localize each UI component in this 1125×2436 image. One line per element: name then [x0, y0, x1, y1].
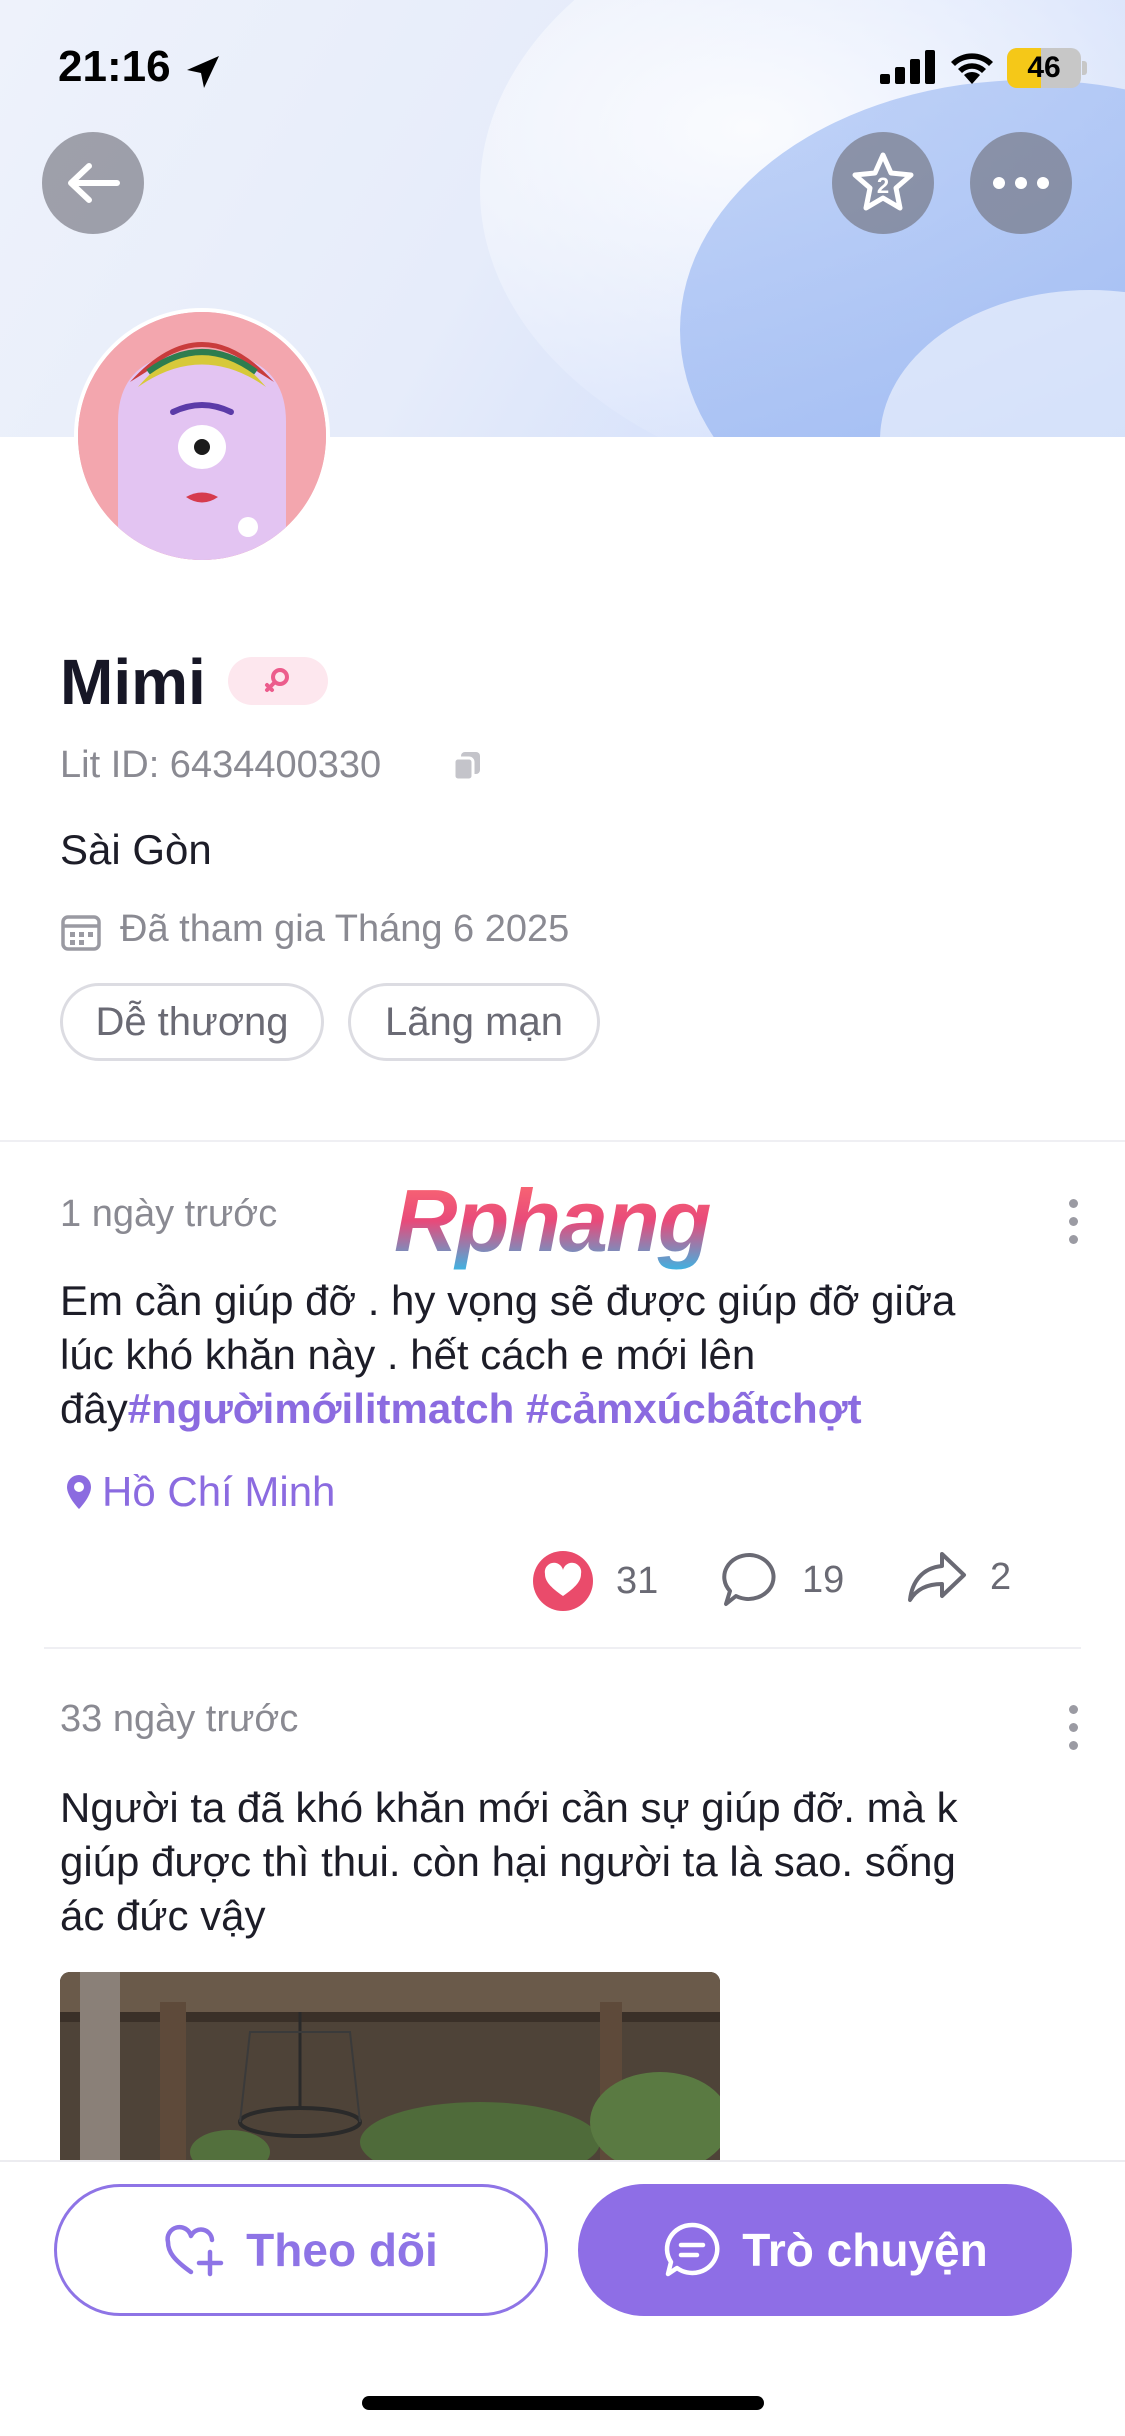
post-text: Người ta đã khó khăn mới cần sự giúp đỡ.… — [60, 1781, 1060, 1943]
follow-button[interactable]: Theo dõi — [54, 2184, 548, 2316]
lit-id: Lit ID: 6434400330 — [60, 744, 382, 786]
star-badge-icon: 2 — [852, 152, 914, 211]
profile-name: Mimi — [60, 646, 206, 718]
battery-cap — [1082, 61, 1087, 75]
battery-icon: 46 — [1007, 48, 1081, 88]
post-time: 33 ngày trước — [60, 1698, 299, 1740]
post-photo — [60, 1972, 720, 2162]
dot — [1068, 1723, 1078, 1732]
avatar[interactable] — [74, 308, 330, 564]
follow-label: Theo dõi — [246, 2224, 438, 2276]
more-dots-icon — [993, 177, 1049, 189]
post-hashtags[interactable]: #ngườimớilitmatch #cảmxúcbấtchợt — [128, 1385, 862, 1432]
dot — [1068, 1705, 1078, 1714]
profile-tag: Dễ thương — [60, 983, 324, 1061]
post-text-line: lúc khó khăn này . hết cách e mới lên — [60, 1331, 756, 1378]
home-indicator — [362, 2396, 764, 2410]
back-arrow-icon — [68, 163, 120, 203]
dot — [1068, 1235, 1078, 1244]
map-pin-icon — [67, 1475, 91, 1509]
back-button[interactable] — [42, 132, 144, 234]
joined-date: Đã tham gia Tháng 6 2025 — [120, 908, 570, 950]
post-text-line: giúp được thì thui. còn hại người ta là … — [60, 1838, 956, 1885]
battery-level: 46 — [1027, 51, 1061, 84]
comment-bubble-icon — [722, 1552, 776, 1606]
more-options-button[interactable] — [970, 132, 1072, 234]
post-text-fragment: đây — [60, 1385, 128, 1432]
gender-badge — [228, 657, 328, 705]
share-count: 2 — [990, 1555, 1012, 1598]
post-location[interactable]: Hồ Chí Minh — [64, 1468, 335, 1516]
location-arrow-icon — [187, 56, 219, 88]
chat-label: Trò chuyện — [742, 2224, 988, 2276]
post-time: 1 ngày trước — [60, 1193, 278, 1235]
dot — [1068, 1741, 1078, 1750]
post-options-button[interactable] — [1066, 1705, 1080, 1750]
calendar-icon — [61, 915, 101, 951]
post-options-button[interactable] — [1066, 1199, 1080, 1244]
star-badge-number: 2 — [877, 173, 889, 198]
like-count: 31 — [616, 1559, 659, 1602]
section-divider — [0, 1140, 1125, 1142]
signal-bars-icon — [880, 50, 935, 84]
post-location-label: Hồ Chí Minh — [102, 1468, 336, 1515]
chat-button[interactable]: Trò chuyện — [578, 2184, 1072, 2316]
share-button[interactable]: 2 — [906, 1550, 1011, 1604]
post-text-line: Người ta đã khó khăn mới cần sự giúp đỡ.… — [60, 1784, 958, 1831]
female-icon — [265, 668, 289, 692]
heart-icon — [533, 1551, 593, 1611]
dot — [1068, 1217, 1078, 1226]
wifi-icon — [951, 53, 993, 84]
chat-bubble-icon — [665, 2222, 720, 2277]
post-text-line: ác đức vậy — [60, 1892, 266, 1939]
heart-plus-icon — [165, 2224, 224, 2277]
post-text-line: đây#ngườimớilitmatch #cảmxúcbấtchợt — [60, 1382, 1060, 1436]
watermark: Rphang — [394, 1171, 712, 1270]
comment-count: 19 — [802, 1558, 845, 1601]
favorite-button[interactable]: 2 — [832, 132, 934, 234]
avatar-image — [78, 312, 326, 560]
status-time: 21:16 — [58, 42, 171, 91]
dot — [1068, 1199, 1078, 1208]
comment-button[interactable]: 19 — [720, 1550, 844, 1610]
profile-location: Sài Gòn — [60, 826, 212, 873]
profile-tag: Lãng mạn — [348, 983, 600, 1061]
post-text-line: Em cần giúp đỡ . hy vọng sẽ được giúp đỡ… — [60, 1277, 956, 1324]
share-arrow-icon — [908, 1552, 966, 1602]
copy-icon[interactable] — [452, 750, 482, 782]
post-divider — [44, 1647, 1081, 1649]
post-image[interactable] — [60, 1972, 720, 2162]
like-button[interactable]: 31 — [532, 1550, 658, 1612]
post-text: Em cần giúp đỡ . hy vọng sẽ được giúp đỡ… — [60, 1274, 1060, 1436]
